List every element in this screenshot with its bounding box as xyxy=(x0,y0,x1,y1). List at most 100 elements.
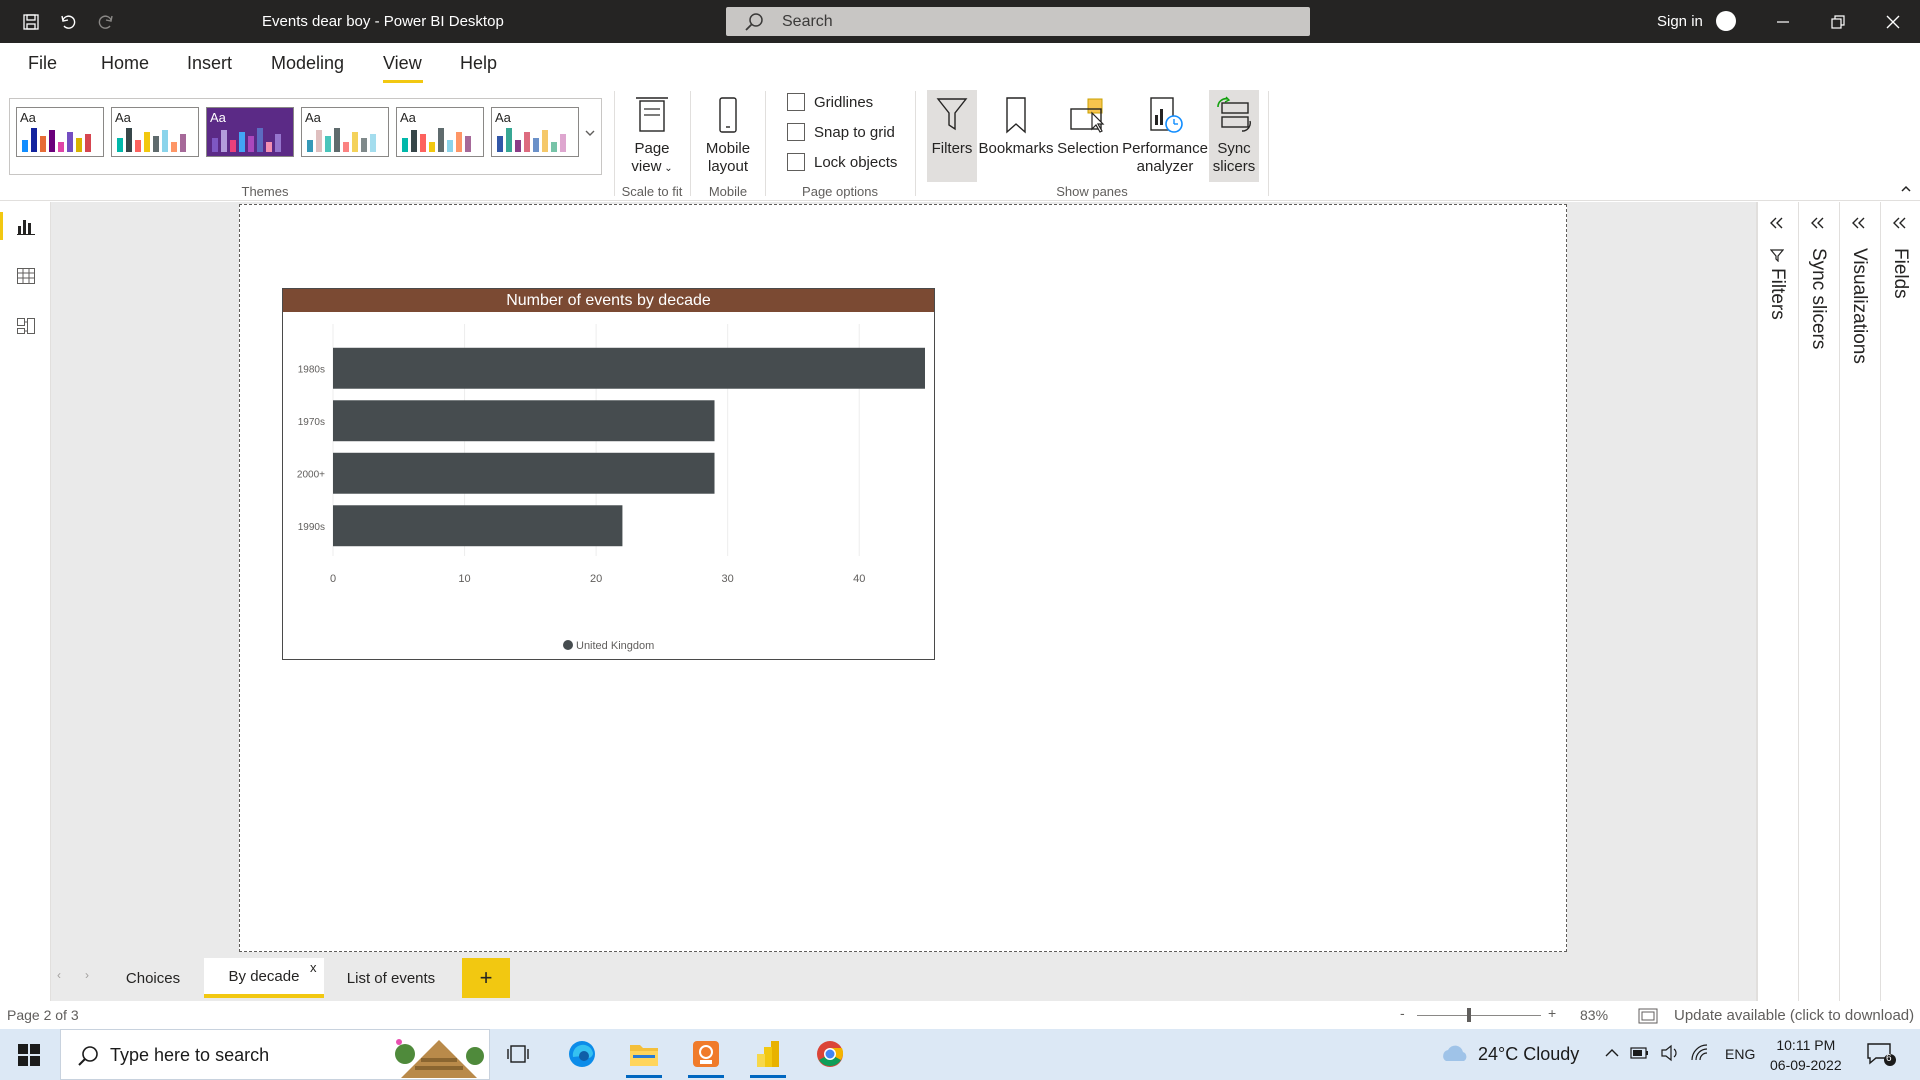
sync-slicers-button[interactable]: Sync slicers xyxy=(1209,90,1259,182)
search-placeholder: Search xyxy=(782,13,833,30)
page-tab-by-decade[interactable]: By decade xyxy=(204,958,324,998)
category-label: 2000+ xyxy=(297,469,325,480)
theme-gallery: Aa Aa Aa Aa Aa Aa xyxy=(9,98,602,175)
restore-icon[interactable] xyxy=(1823,8,1853,36)
chevron-right-icon[interactable]: › xyxy=(85,968,89,982)
chevron-left-icon[interactable] xyxy=(1768,214,1784,235)
battery-icon[interactable] xyxy=(1630,1046,1650,1065)
snap-to-grid-checkbox[interactable]: Snap to grid xyxy=(787,123,895,141)
task-view-icon[interactable] xyxy=(496,1034,540,1074)
input-language[interactable]: ENG xyxy=(1725,1046,1755,1062)
zoom-in-button[interactable]: + xyxy=(1548,1005,1556,1021)
visualizations-pane-title: Visualizations xyxy=(1849,248,1870,364)
chevron-down-icon[interactable] xyxy=(584,127,598,141)
model-view-icon[interactable] xyxy=(14,314,38,338)
page-tab-list-of-events[interactable]: List of events xyxy=(326,958,456,998)
divider xyxy=(1268,91,1269,196)
power-bi-icon[interactable] xyxy=(746,1034,790,1078)
search-box[interactable]: Search xyxy=(726,7,1310,36)
taskbar-search[interactable]: Type here to search xyxy=(60,1029,490,1080)
theme-swatch-6[interactable]: Aa xyxy=(491,107,579,157)
performance-analyzer-button[interactable]: Performance analyzer xyxy=(1122,90,1208,176)
bar-chart-visual[interactable]: Number of events by decade 0 10 20 30 40 1980… xyxy=(282,288,935,660)
page-view-button[interactable]: Page view ⌄ xyxy=(620,90,684,178)
theme-swatch-4[interactable]: Aa xyxy=(301,107,389,157)
taskbar-search-placeholder: Type here to search xyxy=(110,1045,270,1065)
notification-center-icon[interactable]: 6 xyxy=(1866,1041,1896,1072)
update-notice[interactable]: Update available (click to download) xyxy=(1674,1007,1914,1024)
bookmarks-pane-button[interactable]: Bookmarks xyxy=(978,90,1054,158)
gridlines-checkbox[interactable]: Gridlines xyxy=(787,93,873,111)
chevron-left-icon[interactable]: ‹ xyxy=(57,968,61,982)
zoom-level[interactable]: 83% xyxy=(1580,1007,1608,1023)
theme-swatch-1[interactable]: Aa xyxy=(16,107,104,157)
weather-widget[interactable]: 24°C Cloudy xyxy=(1478,1044,1579,1065)
theme-swatch-2[interactable]: Aa xyxy=(111,107,199,157)
redo-icon[interactable] xyxy=(93,9,119,35)
chevron-left-icon[interactable] xyxy=(1850,214,1866,235)
save-icon[interactable] xyxy=(18,9,44,35)
data-view-icon[interactable] xyxy=(14,264,38,288)
chrome-icon[interactable] xyxy=(808,1034,852,1074)
clock-date: 06-09-2022 xyxy=(1770,1057,1842,1073)
wifi-icon[interactable] xyxy=(1690,1044,1710,1067)
zoom-slider[interactable]: - + xyxy=(1400,1005,1560,1025)
chevron-left-icon[interactable] xyxy=(1891,214,1907,235)
category-label: 1990s xyxy=(298,522,325,533)
avatar[interactable] xyxy=(1716,11,1736,31)
theme-swatch-label: Aa xyxy=(400,110,416,125)
theme-swatch-bars xyxy=(117,124,195,152)
theme-swatch-bars xyxy=(307,124,385,152)
menu-view[interactable]: View xyxy=(383,53,422,74)
report-view-icon[interactable] xyxy=(14,214,38,238)
filters-pane[interactable]: Filters xyxy=(1757,202,1798,1001)
minimize-icon[interactable] xyxy=(1768,8,1798,36)
menu-insert[interactable]: Insert xyxy=(187,53,232,74)
group-label-show-panes: Show panes xyxy=(1056,184,1128,199)
sign-in-link[interactable]: Sign in xyxy=(1657,13,1703,30)
sync-slicers-pane-title: Sync slicers xyxy=(1808,248,1829,350)
add-page-button[interactable]: + xyxy=(462,958,510,998)
x-tick-label: 30 xyxy=(722,573,734,585)
chevron-up-icon[interactable] xyxy=(1604,1046,1620,1065)
checkbox-box[interactable] xyxy=(787,93,805,111)
zoom-out-button[interactable]: - xyxy=(1400,1005,1405,1021)
sync-slicers-pane[interactable]: Sync slicers xyxy=(1798,202,1839,1001)
menu-help[interactable]: Help xyxy=(460,53,497,74)
undo-icon[interactable] xyxy=(55,9,81,35)
theme-swatch-bars xyxy=(402,124,480,152)
menu-modeling[interactable]: Modeling xyxy=(271,53,344,74)
chevron-up-icon[interactable] xyxy=(1900,183,1912,198)
theme-swatch-3[interactable]: Aa xyxy=(206,107,294,157)
x-tick-label: 0 xyxy=(330,573,336,585)
checkbox-box[interactable] xyxy=(787,123,805,141)
windows-start-icon[interactable] xyxy=(18,1044,40,1071)
volume-icon[interactable] xyxy=(1660,1044,1680,1067)
close-tab-icon[interactable]: x xyxy=(310,960,317,975)
zoom-track[interactable] xyxy=(1417,1015,1541,1016)
sync-slicers-label-1: Sync xyxy=(1217,140,1251,157)
zoom-thumb[interactable] xyxy=(1467,1008,1472,1022)
lock-objects-checkbox[interactable]: Lock objects xyxy=(787,153,897,171)
cloud-icon[interactable] xyxy=(1440,1043,1470,1070)
theme-swatch-5[interactable]: Aa xyxy=(396,107,484,157)
fit-to-page-icon[interactable] xyxy=(1638,1008,1658,1027)
edge-browser-icon[interactable] xyxy=(560,1034,604,1074)
fields-pane[interactable]: Fields xyxy=(1880,202,1920,1001)
page-tabs-bar: ‹ › Choices By decade x List of events + xyxy=(51,954,1756,1001)
menu-file[interactable]: File xyxy=(28,53,57,74)
pdf-app-icon[interactable] xyxy=(684,1034,728,1078)
category-label: 1970s xyxy=(298,417,325,428)
bookmark-icon xyxy=(978,90,1054,140)
menu-home[interactable]: Home xyxy=(101,53,149,74)
close-icon[interactable] xyxy=(1878,8,1908,36)
chevron-left-icon[interactable] xyxy=(1809,214,1825,235)
page-tab-choices[interactable]: Choices xyxy=(103,958,203,998)
checkbox-box[interactable] xyxy=(787,153,805,171)
visualizations-pane[interactable]: Visualizations xyxy=(1839,202,1880,1001)
mobile-layout-button[interactable]: Mobile layout xyxy=(696,90,760,176)
filters-pane-button[interactable]: Filters xyxy=(927,90,977,182)
system-clock[interactable]: 10:11 PM 06-09-2022 xyxy=(1770,1035,1842,1075)
selection-pane-button[interactable]: Selection xyxy=(1054,90,1122,158)
file-explorer-icon[interactable] xyxy=(622,1034,666,1078)
